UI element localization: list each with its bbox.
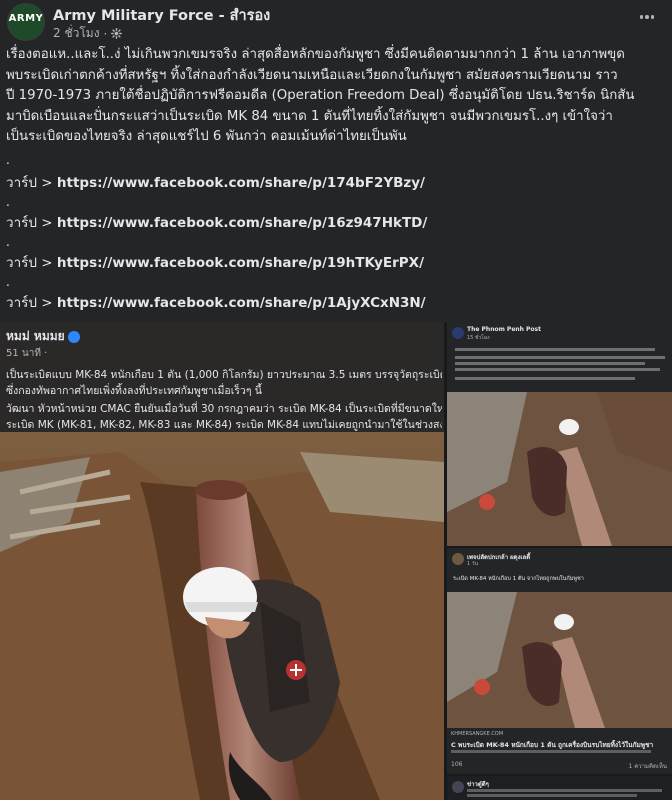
verified-badge-icon xyxy=(67,330,80,343)
embedded-post-header: ข่าวดู๋ดีๆ xyxy=(447,776,672,800)
meta-separator: · xyxy=(103,26,108,41)
embedded-text-line: ระเบิด MK-84 หนักเกือบ 1 ตัน จากไทยถูกพบ… xyxy=(453,576,584,582)
embedded-author-name: ข่าวดู๋ดีๆ xyxy=(467,781,489,788)
post-timestamp[interactable]: 2 ชั่วโมง xyxy=(53,24,100,43)
share-link-row: วาร์ป > https://www.facebook.com/share/p… xyxy=(6,251,424,271)
embedded-post-header: The Phnom Penh Post 15 ชั่วโมง xyxy=(447,322,672,392)
link-card-domain: KHMERSANGKE.COM xyxy=(451,731,504,737)
embedded-text-line: ซึ่งกองทัพอากาศไทยเพิ่งทิ้งลงที่ประเทศกั… xyxy=(6,385,262,397)
side-photo-3[interactable]: ข่าวดู๋ดีๆ xyxy=(447,776,672,800)
embedded-text-line: ระเบิด MK (MK-81, MK-82, MK-83 และ MK-84… xyxy=(6,419,442,431)
share-link-row: วาร์ป > https://www.facebook.com/share/p… xyxy=(6,211,427,231)
share-link[interactable]: https://www.facebook.com/share/p/16z947H… xyxy=(57,215,427,231)
embedded-post-header: หมม่ หมมย 51 นาที · เป็นระเบิดแบบ MK-84 … xyxy=(0,322,444,432)
embedded-author-name: หมม่ หมมย xyxy=(6,327,80,346)
side-photo-scene xyxy=(447,392,672,546)
share-link[interactable]: https://www.facebook.com/share/p/19hTKyE… xyxy=(57,255,424,271)
photo-grid: หมม่ หมมย 51 นาที · เป็นระเบิดแบบ MK-84 … xyxy=(0,322,672,800)
embedded-author-name: The Phnom Penh Post xyxy=(467,326,541,333)
post-header: ARMY Army Military Force - สำรอง 2 ชั่วโ… xyxy=(0,0,672,46)
post-meta: 2 ชั่วโมง · xyxy=(53,24,123,43)
embedded-avatar xyxy=(452,553,464,565)
separator-dot: . xyxy=(6,195,10,209)
embedded-link-card: KHMERSANGKE.COM C พบระเบิด MK-84 หนักเกื… xyxy=(447,728,672,774)
post-body-line: เป็นระเบิดของไทยจริง ล่าสุดแชร์ไป 6 พันก… xyxy=(6,129,407,144)
post-body-line: พบระเบิดเก่าตกค้างที่สหรัฐฯ ทิ้งใส่กองกำ… xyxy=(6,67,618,83)
embedded-timestamp: 15 ชั่วโมง xyxy=(467,335,490,341)
main-photo[interactable]: หมม่ หมมย 51 นาที · เป็นระเบิดแบบ MK-84 … xyxy=(0,322,444,800)
audience-settings-icon xyxy=(111,28,123,39)
side-photo-scene xyxy=(447,592,672,728)
separator-dot: . xyxy=(6,235,10,249)
share-link[interactable]: https://www.facebook.com/share/p/174bF2Y… xyxy=(57,175,425,191)
embedded-avatar xyxy=(452,781,464,793)
share-link-row: วาร์ป > https://www.facebook.com/share/p… xyxy=(6,291,426,311)
embedded-text-line: วัฒนา หัวหน้าหน่วย CMAC ยืนยันเมื่อวันที… xyxy=(6,403,442,415)
share-link-row: วาร์ป > https://www.facebook.com/share/p… xyxy=(6,171,425,191)
separator-dot: . xyxy=(6,275,10,289)
side-photo-1[interactable]: The Phnom Penh Post 15 ชั่วโมง xyxy=(447,322,672,546)
embedded-text-line: เป็นระเบิดแบบ MK-84 หนักเกือบ 1 ตัน (1,0… xyxy=(6,369,442,381)
avatar-logo-text: ARMY xyxy=(8,13,44,24)
separator-dot: . xyxy=(6,153,10,167)
link-prefix: วาร์ป > xyxy=(6,295,57,311)
embedded-timestamp: 1 วัน xyxy=(467,561,478,567)
reaction-count: 106 xyxy=(451,761,463,768)
post-body-line: เรื่องตอแห..และโ..ง่ ไม่เกินพวกเขมรจริง … xyxy=(6,47,625,62)
more-options-icon[interactable] xyxy=(636,8,658,26)
embedded-post-header: เพจปลัดปกเกล้า ผดุงเลดี้ 1 วัน ระเบิด MK… xyxy=(447,548,672,592)
side-photo-2[interactable]: เพจปลัดปกเกล้า ผดุงเลดี้ 1 วัน ระเบิด MK… xyxy=(447,548,672,774)
link-prefix: วาร์ป > xyxy=(6,255,57,271)
facebook-post: ARMY Army Military Force - สำรอง 2 ชั่วโ… xyxy=(0,0,672,800)
page-avatar[interactable]: ARMY xyxy=(7,3,45,41)
link-card-title: C พบระเบิด MK-84 หนักเกือบ 1 ตัน ถูกเครื… xyxy=(451,741,654,749)
share-link[interactable]: https://www.facebook.com/share/p/1AjyXCx… xyxy=(57,295,426,311)
post-body-text: เรื่องตอแห..และโ..ง่ ไม่เกินพวกเขมรจริง … xyxy=(6,45,668,148)
embedded-timestamp: 51 นาที · xyxy=(6,348,48,359)
post-body-line: ปี 1970-1973 ภายใต้ชื่อปฏิบัติการฟรีดอมด… xyxy=(6,88,635,103)
link-prefix: วาร์ป > xyxy=(6,215,57,231)
embedded-avatar xyxy=(452,327,464,339)
comment-count: 1 ความคิดเห็น xyxy=(628,763,667,770)
post-body-line: มาบิดเบือนและปั่นกระแสว่าเป็นระเบิด MK 8… xyxy=(6,108,613,124)
link-prefix: วาร์ป > xyxy=(6,175,57,191)
